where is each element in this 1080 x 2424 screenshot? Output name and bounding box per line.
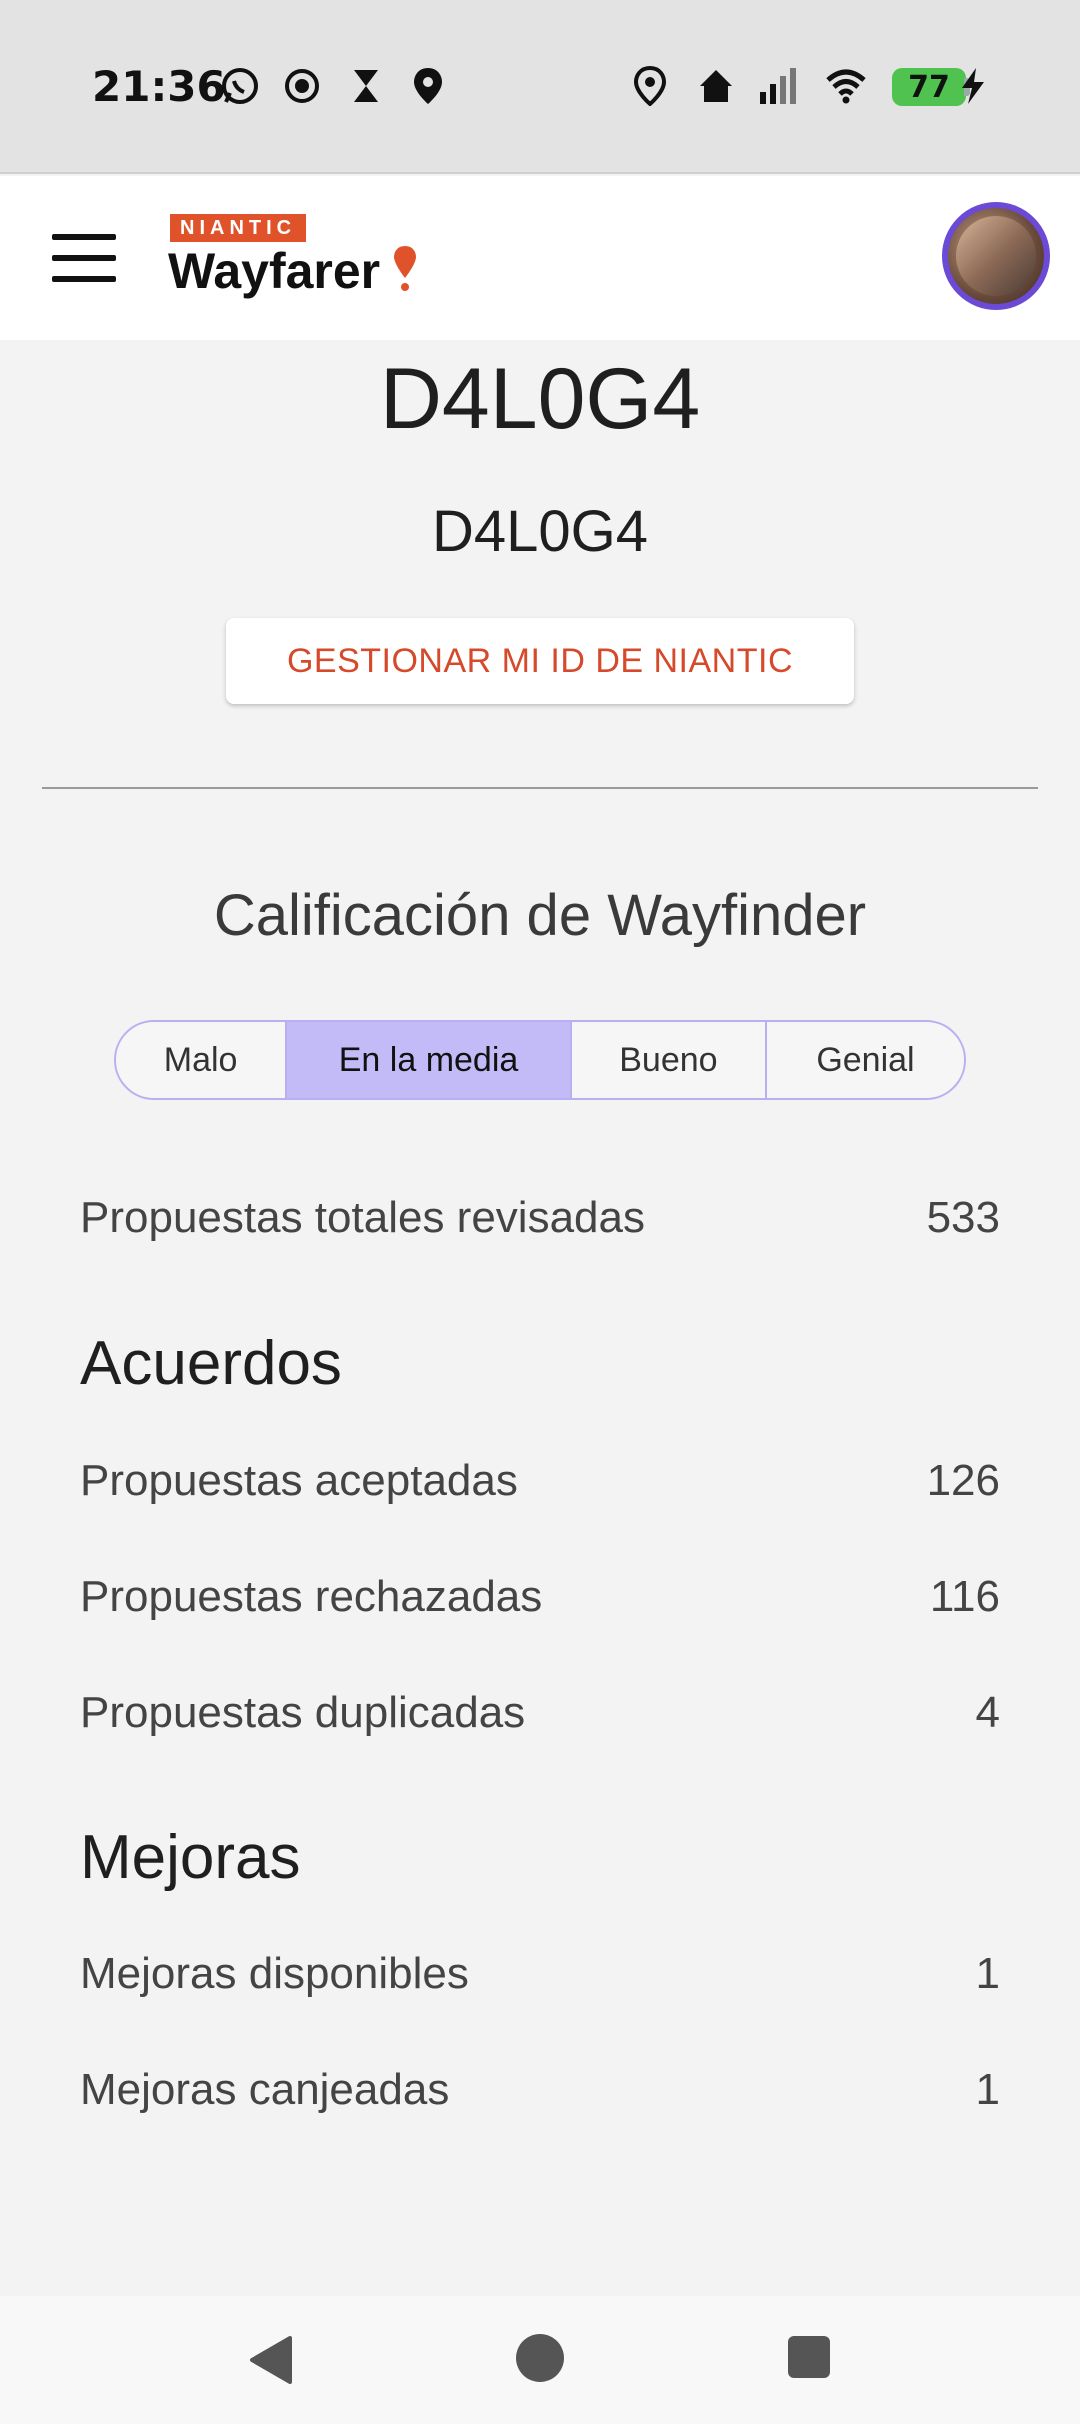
stat-label: Propuestas rechazadas	[80, 1572, 543, 1621]
status-time: 21:36	[92, 62, 226, 111]
whatsapp-icon	[222, 68, 258, 104]
stat-row-total: Propuestas totales revisadas 533	[80, 1193, 1000, 1253]
stat-label: Mejoras canjeadas	[80, 2065, 450, 2114]
stat-value: 126	[926, 1456, 1000, 1505]
avatar[interactable]	[942, 202, 1050, 310]
battery-indicator: 77	[892, 68, 966, 106]
stat-value: 4	[975, 1688, 1000, 1737]
rating-option-bueno[interactable]: Bueno	[572, 1022, 767, 1098]
rating-option-en-la-media[interactable]: En la media	[287, 1022, 572, 1098]
screen-record-icon	[285, 69, 319, 103]
app-header: NIANTIC Wayfarer	[0, 176, 1080, 340]
stat-row-rejected: Propuestas rechazadas 116	[80, 1572, 1000, 1632]
logo-pin-icon	[394, 246, 416, 291]
status-bar: 21:36 77	[0, 0, 1080, 174]
logo-wordmark: Wayfarer	[168, 243, 381, 299]
stat-label: Propuestas aceptadas	[80, 1456, 518, 1505]
system-nav-bar	[0, 2296, 1080, 2424]
stat-row-available: Mejoras disponibles 1	[80, 1949, 1000, 2009]
rating-segmented-control: Malo En la media Bueno Genial	[114, 1020, 966, 1100]
back-icon[interactable]	[246, 2334, 294, 2386]
profile-name: D4L0G4	[379, 351, 701, 447]
avatar-photo	[956, 216, 1036, 296]
location-icon	[414, 68, 442, 104]
signal-icon	[760, 68, 796, 104]
logo-badge: NIANTIC	[170, 214, 307, 242]
stat-value: 1	[975, 1949, 1000, 1998]
agreements-heading: Acuerdos	[80, 1329, 342, 1398]
rating-option-genial[interactable]: Genial	[767, 1022, 964, 1098]
hourglass-icon	[354, 70, 378, 102]
profile-username: D4L0G4	[431, 499, 649, 564]
location-icon	[633, 66, 667, 106]
home-button-icon[interactable]	[516, 2334, 564, 2382]
charging-icon	[962, 68, 984, 104]
stat-label: Propuestas totales revisadas	[80, 1193, 645, 1242]
stat-value: 1	[975, 2065, 1000, 2114]
rating-title: Calificación de Wayfinder	[213, 883, 867, 948]
stat-value: 533	[926, 1193, 1000, 1242]
stat-label: Propuestas duplicadas	[80, 1688, 526, 1737]
recents-icon[interactable]	[788, 2336, 830, 2378]
stat-row-redeemed: Mejoras canjeadas 1	[80, 2065, 1000, 2125]
stat-value: 116	[929, 1572, 1000, 1621]
stat-row-duplicated: Propuestas duplicadas 4	[80, 1688, 1000, 1748]
upgrades-heading: Mejoras	[80, 1823, 301, 1892]
section-divider	[42, 787, 1038, 789]
rating-option-malo[interactable]: Malo	[116, 1022, 288, 1098]
stat-label: Mejoras disponibles	[80, 1949, 469, 1998]
wifi-icon	[826, 69, 866, 104]
home-icon	[700, 70, 732, 102]
stat-row-accepted: Propuestas aceptadas 126	[80, 1456, 1000, 1516]
hamburger-icon[interactable]	[52, 234, 116, 282]
manage-niantic-id-button[interactable]: GESTIONAR MI ID DE NIANTIC	[226, 618, 854, 704]
